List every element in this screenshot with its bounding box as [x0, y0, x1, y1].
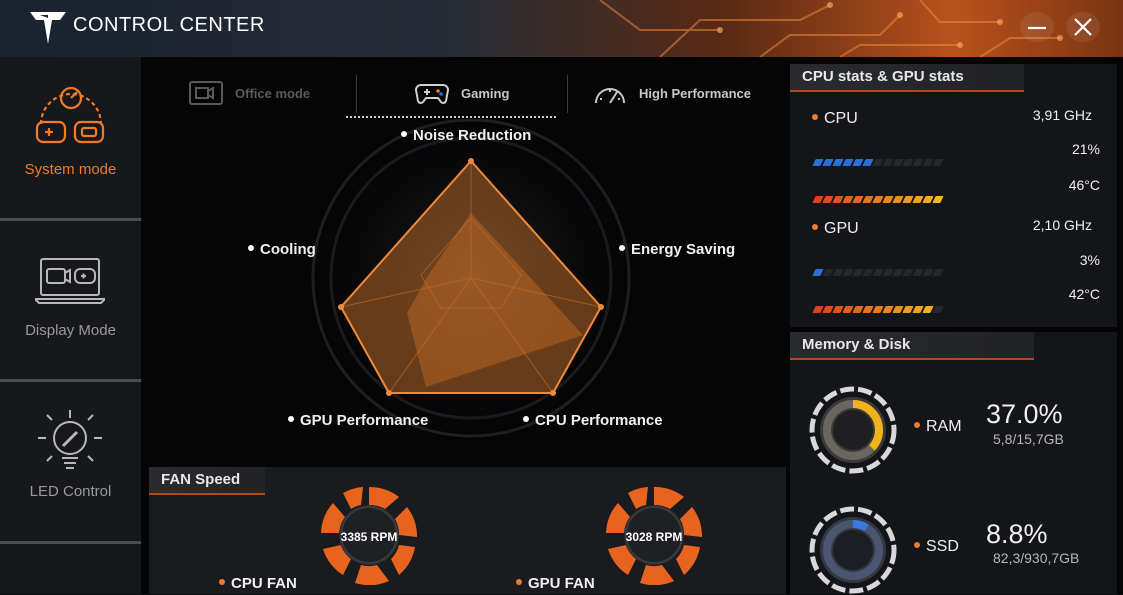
cpu-usage: 21% — [1071, 141, 1100, 157]
ssd-detail: 82,3/930,7GB — [993, 550, 1080, 566]
cpu-temp-bar — [812, 196, 944, 203]
bullet-dot — [812, 113, 818, 120]
section-header: CPU stats & GPU stats — [790, 64, 1024, 92]
app-title: CONTROL CENTER — [73, 14, 265, 36]
bullet-dot — [914, 541, 920, 548]
ssd-usage-ring — [809, 506, 897, 594]
sidebar-item-led-control[interactable]: LED Control — [0, 382, 141, 542]
sidebar-item-display-mode[interactable]: Display Mode — [0, 221, 141, 381]
radar-point — [598, 304, 604, 310]
sidebar-item-label: Display Mode — [25, 322, 116, 339]
tab-gaming[interactable]: Gaming — [415, 65, 509, 121]
stat-name-text: CPU — [824, 110, 858, 127]
memory-disk-panel: Memory & Disk RAM 37.0% 5,8/15,7GB SSD 8… — [790, 332, 1117, 594]
tab-label: Gaming — [461, 85, 510, 101]
cpu-usage-bar — [812, 159, 944, 166]
radar-axis-label: CPU Performance — [535, 412, 663, 429]
title-bar: CONTROL CENTER — [0, 0, 1123, 57]
main-panel: Office mode Gaming High Performance Nois… — [141, 57, 788, 594]
fan-label-text: CPU FAN — [231, 575, 297, 592]
bullet-dot — [812, 223, 818, 230]
ram-usage-ring — [809, 386, 897, 474]
radar-axis-cpu-performance: CPU Performance — [523, 412, 663, 429]
radar-axis-label: Noise Reduction — [413, 127, 532, 144]
sidebar: System mode Display Mode LED Control — [0, 57, 141, 594]
radar-point — [550, 390, 556, 396]
sidebar-divider — [0, 541, 141, 544]
gpu-label: GPU — [812, 220, 859, 238]
radar-axis-label: GPU Performance — [300, 412, 429, 429]
bullet-dot — [401, 131, 407, 138]
cpu-label: CPU — [812, 110, 858, 128]
cpu-fan-rpm: 3385 RPM — [340, 530, 398, 544]
brand-logo-icon — [30, 12, 66, 44]
gpu-fan-label: GPU FAN — [516, 575, 595, 592]
radar-axis-gpu-performance: GPU Performance — [288, 412, 428, 429]
bullet-dot — [619, 245, 625, 252]
ram-label: RAM — [914, 418, 962, 436]
gpu-temp-bar — [812, 306, 944, 313]
cpu-fan-label: CPU FAN — [219, 575, 297, 592]
bar-segment — [932, 196, 944, 203]
section-header: Memory & Disk — [790, 332, 1034, 360]
mode-selector: Office mode Gaming High Performance — [153, 65, 775, 121]
fan-label-text: GPU FAN — [528, 575, 595, 592]
ram-percent: 37.0% — [986, 399, 1063, 429]
stats-column: CPU stats & GPU stats CPU 3,91 GHz 21% 4… — [788, 57, 1123, 594]
section-header: FAN Speed — [149, 467, 265, 495]
cpu-gpu-stats-panel: CPU stats & GPU stats CPU 3,91 GHz 21% 4… — [790, 64, 1117, 327]
radar-axis-noise-reduction: Noise Reduction — [401, 127, 531, 144]
radar-axis-label: Energy Saving — [631, 241, 736, 258]
stat-name-text: GPU — [824, 220, 859, 237]
cpu-temp: 46°C — [1068, 177, 1100, 193]
bullet-dot — [516, 579, 522, 586]
gpu-fan-rpm: 3028 RPM — [625, 530, 683, 544]
sidebar-item-system-mode[interactable]: System mode — [0, 57, 141, 217]
gpu-usage-bar — [812, 269, 944, 276]
radar-point — [386, 390, 392, 396]
led-bulb-icon — [38, 410, 102, 469]
tab-label: High Performance — [639, 85, 751, 101]
minimize-icon — [1028, 26, 1046, 30]
radar-axis-energy-saving: Energy Saving — [619, 241, 735, 258]
bar-segment — [932, 159, 944, 166]
close-button[interactable] — [1066, 12, 1100, 42]
bullet-dot — [914, 421, 920, 428]
gpu-temp: 42°C — [1068, 286, 1100, 302]
bullet-dot — [248, 245, 254, 252]
ssd-percent: 8.8% — [986, 519, 1048, 549]
performance-radar — [301, 117, 641, 448]
radar-axis-label: Cooling — [260, 241, 316, 258]
ssd-label: SSD — [914, 538, 959, 556]
gamepad-gauge-icon — [35, 86, 105, 144]
tab-office-mode[interactable]: Office mode — [189, 65, 310, 121]
gpu-clock: 2,10 GHz — [1032, 217, 1092, 233]
video-window-icon — [189, 81, 223, 105]
gpu-usage: 3% — [1079, 252, 1100, 268]
cpu-clock: 3,91 GHz — [1032, 107, 1092, 123]
bar-segment — [932, 269, 944, 276]
sidebar-item-label: LED Control — [29, 483, 112, 500]
minimize-button[interactable] — [1020, 12, 1054, 42]
close-icon — [1074, 18, 1092, 36]
fan-speed-panel: FAN Speed 3385 RPM 3028 RPM CPU FAN GPU … — [149, 467, 786, 594]
sidebar-item-label: System mode — [24, 161, 117, 178]
ram-detail: 5,8/15,7GB — [993, 431, 1064, 447]
stat-name-text: RAM — [926, 418, 962, 435]
radar-point — [468, 158, 474, 164]
tab-label: Office mode — [235, 85, 311, 101]
laptop-display-icon — [35, 258, 105, 304]
bullet-dot — [523, 416, 529, 423]
bar-segment — [932, 306, 944, 313]
bullet-dot — [288, 416, 294, 423]
tab-divider — [567, 75, 568, 113]
gamepad-icon — [415, 84, 449, 104]
radar-point — [338, 304, 344, 310]
radar-axis-cooling: Cooling — [248, 241, 316, 258]
speedometer-icon — [595, 88, 625, 104]
stat-name-text: SSD — [926, 538, 959, 555]
tab-high-performance[interactable]: High Performance — [593, 65, 751, 121]
bullet-dot — [219, 579, 225, 586]
tab-divider — [356, 75, 357, 113]
